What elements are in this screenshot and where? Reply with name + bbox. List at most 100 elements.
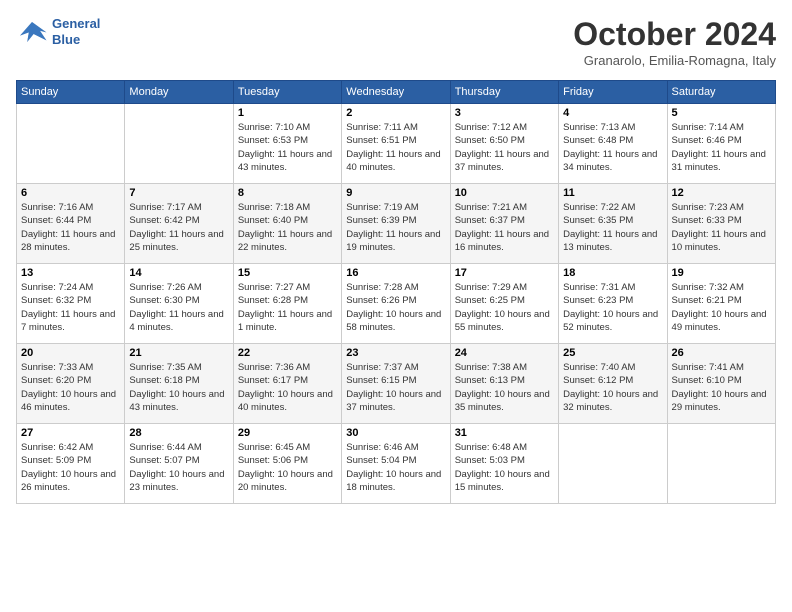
day-number: 15	[238, 267, 337, 279]
day-number: 9	[346, 187, 445, 199]
calendar-cell: 16 Sunrise: 7:28 AM Sunset: 6:26 PM Dayli…	[342, 264, 450, 344]
day-number: 29	[238, 427, 337, 439]
day-number: 13	[21, 267, 120, 279]
day-number: 18	[563, 267, 662, 279]
day-info: Sunrise: 7:38 AM Sunset: 6:13 PM Dayligh…	[455, 361, 554, 414]
calendar-cell: 13 Sunrise: 7:24 AM Sunset: 6:32 PM Dayli…	[17, 264, 125, 344]
weekday-header-row: SundayMondayTuesdayWednesdayThursdayFrid…	[17, 81, 776, 104]
day-info: Sunrise: 7:12 AM Sunset: 6:50 PM Dayligh…	[455, 121, 554, 174]
day-number: 11	[563, 187, 662, 199]
weekday-saturday: Saturday	[667, 81, 775, 104]
calendar-cell: 2 Sunrise: 7:11 AM Sunset: 6:51 PM Daylig…	[342, 104, 450, 184]
calendar-cell: 21 Sunrise: 7:35 AM Sunset: 6:18 PM Dayli…	[125, 344, 233, 424]
day-info: Sunrise: 7:36 AM Sunset: 6:17 PM Dayligh…	[238, 361, 337, 414]
day-number: 4	[563, 107, 662, 119]
day-number: 23	[346, 347, 445, 359]
weekday-tuesday: Tuesday	[233, 81, 341, 104]
day-info: Sunrise: 7:26 AM Sunset: 6:30 PM Dayligh…	[129, 281, 228, 334]
day-number: 17	[455, 267, 554, 279]
calendar-cell: 22 Sunrise: 7:36 AM Sunset: 6:17 PM Dayli…	[233, 344, 341, 424]
logo-icon	[16, 18, 48, 46]
weekday-wednesday: Wednesday	[342, 81, 450, 104]
calendar-cell: 19 Sunrise: 7:32 AM Sunset: 6:21 PM Dayli…	[667, 264, 775, 344]
page-header: General Blue October 2024 Granarolo, Emi…	[16, 16, 776, 68]
calendar-cell: 17 Sunrise: 7:29 AM Sunset: 6:25 PM Dayli…	[450, 264, 558, 344]
day-info: Sunrise: 7:37 AM Sunset: 6:15 PM Dayligh…	[346, 361, 445, 414]
day-number: 8	[238, 187, 337, 199]
day-info: Sunrise: 6:46 AM Sunset: 5:04 PM Dayligh…	[346, 441, 445, 494]
day-info: Sunrise: 7:35 AM Sunset: 6:18 PM Dayligh…	[129, 361, 228, 414]
day-info: Sunrise: 7:24 AM Sunset: 6:32 PM Dayligh…	[21, 281, 120, 334]
day-number: 28	[129, 427, 228, 439]
day-number: 16	[346, 267, 445, 279]
day-number: 22	[238, 347, 337, 359]
day-info: Sunrise: 6:45 AM Sunset: 5:06 PM Dayligh…	[238, 441, 337, 494]
day-info: Sunrise: 7:33 AM Sunset: 6:20 PM Dayligh…	[21, 361, 120, 414]
day-number: 26	[672, 347, 771, 359]
calendar-cell: 10Sunrise: 7:21 AM Sunset: 6:37 PM Dayli…	[450, 184, 558, 264]
weekday-monday: Monday	[125, 81, 233, 104]
day-info: Sunrise: 7:10 AM Sunset: 6:53 PM Dayligh…	[238, 121, 337, 174]
calendar-cell: 24 Sunrise: 7:38 AM Sunset: 6:13 PM Dayli…	[450, 344, 558, 424]
week-row-2: 6 Sunrise: 7:16 AM Sunset: 6:44 PM Daylig…	[17, 184, 776, 264]
day-info: Sunrise: 7:32 AM Sunset: 6:21 PM Dayligh…	[672, 281, 771, 334]
calendar-cell: 30 Sunrise: 6:46 AM Sunset: 5:04 PM Dayli…	[342, 424, 450, 504]
calendar-cell: 20Sunrise: 7:33 AM Sunset: 6:20 PM Dayli…	[17, 344, 125, 424]
day-info: Sunrise: 6:44 AM Sunset: 5:07 PM Dayligh…	[129, 441, 228, 494]
calendar-table: SundayMondayTuesdayWednesdayThursdayFrid…	[16, 80, 776, 504]
day-number: 30	[346, 427, 445, 439]
month-title: October 2024	[573, 16, 776, 53]
day-info: Sunrise: 7:28 AM Sunset: 6:26 PM Dayligh…	[346, 281, 445, 334]
calendar-cell	[17, 104, 125, 184]
day-info: Sunrise: 6:48 AM Sunset: 5:03 PM Dayligh…	[455, 441, 554, 494]
calendar-cell: 4 Sunrise: 7:13 AM Sunset: 6:48 PM Daylig…	[559, 104, 667, 184]
day-info: Sunrise: 7:14 AM Sunset: 6:46 PM Dayligh…	[672, 121, 771, 174]
logo-text: General Blue	[52, 16, 100, 47]
day-number: 10	[455, 187, 554, 199]
day-info: Sunrise: 7:18 AM Sunset: 6:40 PM Dayligh…	[238, 201, 337, 254]
day-info: Sunrise: 7:29 AM Sunset: 6:25 PM Dayligh…	[455, 281, 554, 334]
calendar-cell: 5Sunrise: 7:14 AM Sunset: 6:46 PM Daylig…	[667, 104, 775, 184]
day-number: 6	[21, 187, 120, 199]
weekday-thursday: Thursday	[450, 81, 558, 104]
calendar-cell: 27Sunrise: 6:42 AM Sunset: 5:09 PM Dayli…	[17, 424, 125, 504]
day-info: Sunrise: 7:31 AM Sunset: 6:23 PM Dayligh…	[563, 281, 662, 334]
week-row-5: 27Sunrise: 6:42 AM Sunset: 5:09 PM Dayli…	[17, 424, 776, 504]
calendar-cell: 11 Sunrise: 7:22 AM Sunset: 6:35 PM Dayli…	[559, 184, 667, 264]
day-info: Sunrise: 7:41 AM Sunset: 6:10 PM Dayligh…	[672, 361, 771, 414]
calendar-cell: 25Sunrise: 7:40 AM Sunset: 6:12 PM Dayli…	[559, 344, 667, 424]
week-row-1: 1Sunrise: 7:10 AM Sunset: 6:53 PM Daylig…	[17, 104, 776, 184]
day-number: 21	[129, 347, 228, 359]
calendar-cell: 28 Sunrise: 6:44 AM Sunset: 5:07 PM Dayli…	[125, 424, 233, 504]
day-number: 31	[455, 427, 554, 439]
day-number: 19	[672, 267, 771, 279]
day-number: 24	[455, 347, 554, 359]
day-info: Sunrise: 7:23 AM Sunset: 6:33 PM Dayligh…	[672, 201, 771, 254]
location: Granarolo, Emilia-Romagna, Italy	[573, 53, 776, 68]
weekday-friday: Friday	[559, 81, 667, 104]
day-info: Sunrise: 7:19 AM Sunset: 6:39 PM Dayligh…	[346, 201, 445, 254]
day-info: Sunrise: 7:17 AM Sunset: 6:42 PM Dayligh…	[129, 201, 228, 254]
day-info: Sunrise: 7:11 AM Sunset: 6:51 PM Dayligh…	[346, 121, 445, 174]
weekday-sunday: Sunday	[17, 81, 125, 104]
day-number: 3	[455, 107, 554, 119]
day-info: Sunrise: 7:16 AM Sunset: 6:44 PM Dayligh…	[21, 201, 120, 254]
day-number: 12	[672, 187, 771, 199]
day-number: 2	[346, 107, 445, 119]
day-number: 25	[563, 347, 662, 359]
day-info: Sunrise: 7:13 AM Sunset: 6:48 PM Dayligh…	[563, 121, 662, 174]
calendar-cell: 8 Sunrise: 7:18 AM Sunset: 6:40 PM Daylig…	[233, 184, 341, 264]
calendar-body: 1Sunrise: 7:10 AM Sunset: 6:53 PM Daylig…	[17, 104, 776, 504]
calendar-cell: 26 Sunrise: 7:41 AM Sunset: 6:10 PM Dayli…	[667, 344, 775, 424]
day-number: 14	[129, 267, 228, 279]
day-number: 27	[21, 427, 120, 439]
calendar-cell: 23 Sunrise: 7:37 AM Sunset: 6:15 PM Dayli…	[342, 344, 450, 424]
calendar-cell: 14 Sunrise: 7:26 AM Sunset: 6:30 PM Dayli…	[125, 264, 233, 344]
calendar-cell: 7Sunrise: 7:17 AM Sunset: 6:42 PM Daylig…	[125, 184, 233, 264]
day-info: Sunrise: 7:22 AM Sunset: 6:35 PM Dayligh…	[563, 201, 662, 254]
calendar-cell: 9 Sunrise: 7:19 AM Sunset: 6:39 PM Daylig…	[342, 184, 450, 264]
week-row-4: 20Sunrise: 7:33 AM Sunset: 6:20 PM Dayli…	[17, 344, 776, 424]
calendar-cell: 1Sunrise: 7:10 AM Sunset: 6:53 PM Daylig…	[233, 104, 341, 184]
calendar-cell	[559, 424, 667, 504]
calendar-cell: 15Sunrise: 7:27 AM Sunset: 6:28 PM Dayli…	[233, 264, 341, 344]
